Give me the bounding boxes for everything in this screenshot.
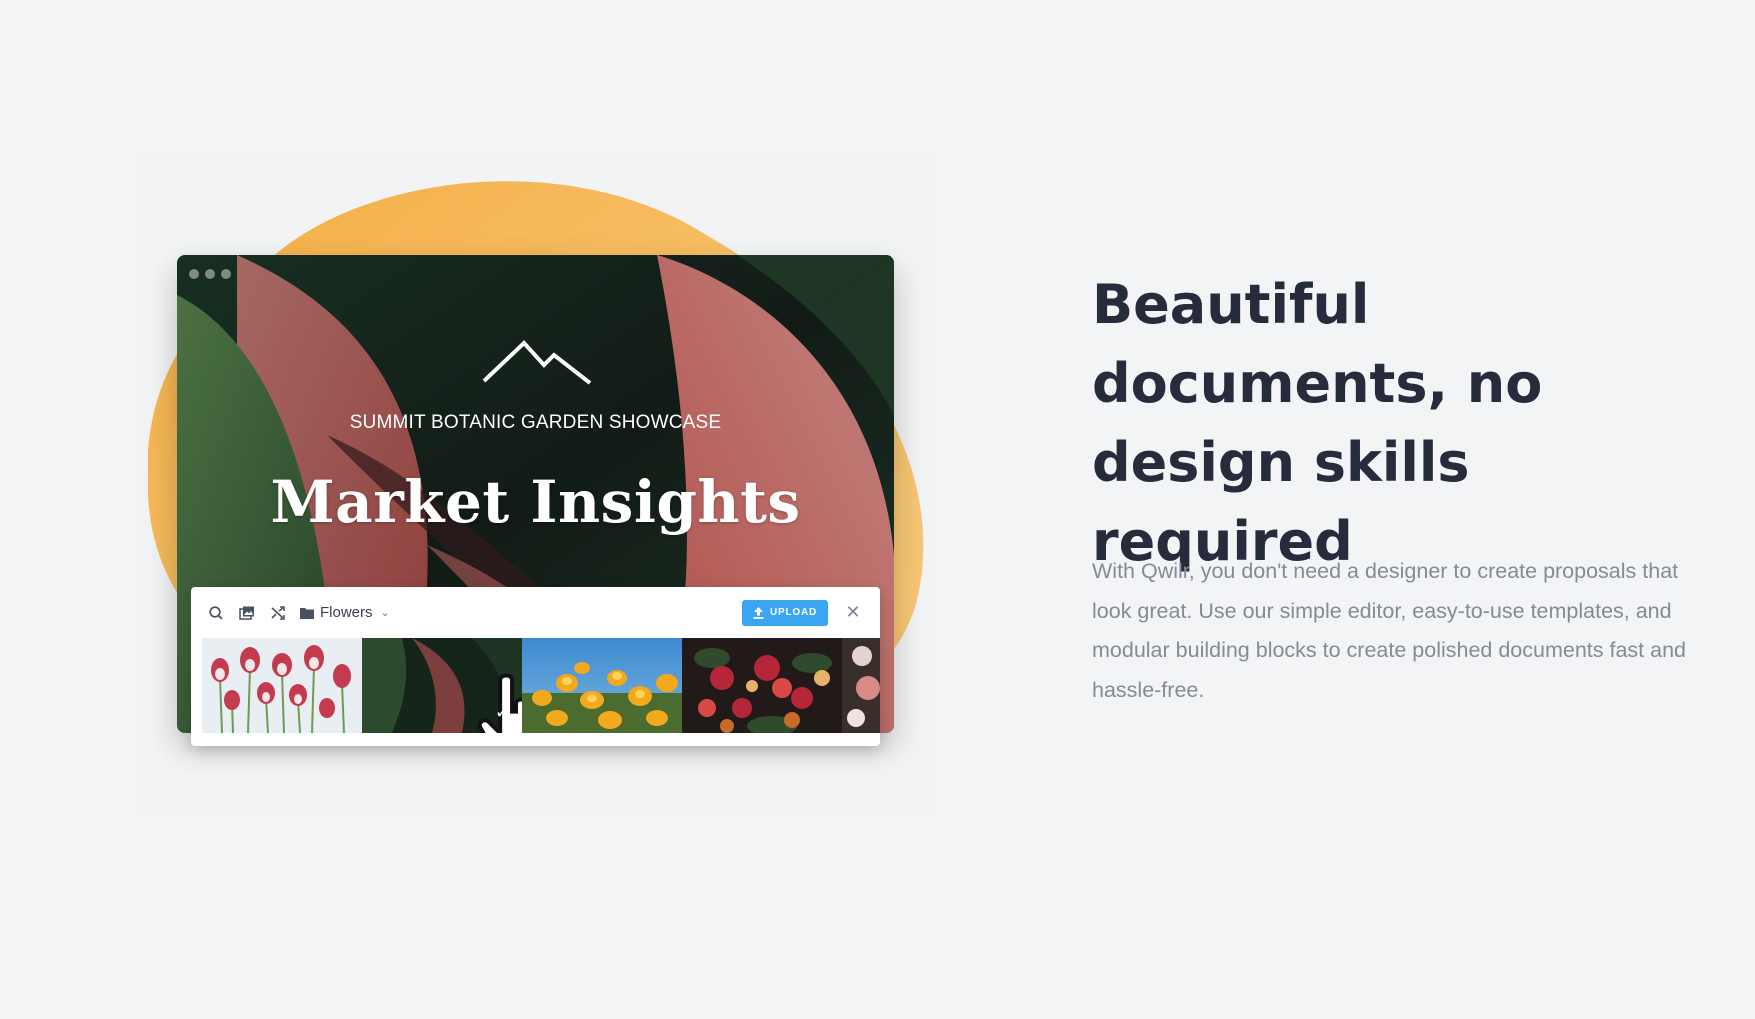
picker-toolbar: Flowers ⌄ UPLOAD ✕ — [191, 587, 880, 638]
image-picker: Flowers ⌄ UPLOAD ✕ ✓ — [191, 587, 880, 746]
chevron-down-icon: ⌄ — [380, 607, 390, 619]
upload-button[interactable]: UPLOAD — [741, 599, 828, 626]
mountain-logo — [482, 335, 592, 385]
folder-icon — [300, 607, 314, 619]
thumbnail-dark-bouquet[interactable] — [682, 638, 842, 733]
thumbnail-yellow-poppies[interactable] — [522, 638, 682, 733]
checkmark-icon: ✓ — [494, 702, 510, 722]
page: SUMMIT BOTANIC GARDEN SHOWCASE Market In… — [0, 0, 1755, 1019]
window-controls — [189, 269, 231, 279]
upload-icon — [753, 606, 764, 619]
document-headline: Market Insights — [270, 468, 801, 536]
thumbnail-tulips[interactable] — [202, 638, 362, 733]
window-dot — [221, 269, 231, 279]
thumbnail-strip: ✓ — [202, 638, 880, 733]
close-icon[interactable]: ✕ — [842, 602, 864, 624]
window-dot — [189, 269, 199, 279]
thumbnail-calla-lily-selected[interactable]: ✓ — [362, 638, 554, 733]
upload-label: UPLOAD — [769, 607, 817, 618]
feature-title: Beautiful documents, no design skills re… — [1092, 273, 1543, 573]
folder-selector[interactable]: Flowers ⌄ — [300, 604, 390, 621]
folder-label: Flowers — [320, 604, 373, 621]
image-library-icon[interactable] — [238, 604, 256, 622]
window-dot — [205, 269, 215, 279]
feature-description: With Qwilr, you don't need a designer to… — [1092, 559, 1686, 702]
thumbnail-partial[interactable] — [842, 638, 880, 733]
document-subtitle: SUMMIT BOTANIC GARDEN SHOWCASE — [349, 412, 722, 433]
shuffle-icon[interactable] — [269, 604, 287, 622]
search-icon[interactable] — [207, 604, 225, 622]
